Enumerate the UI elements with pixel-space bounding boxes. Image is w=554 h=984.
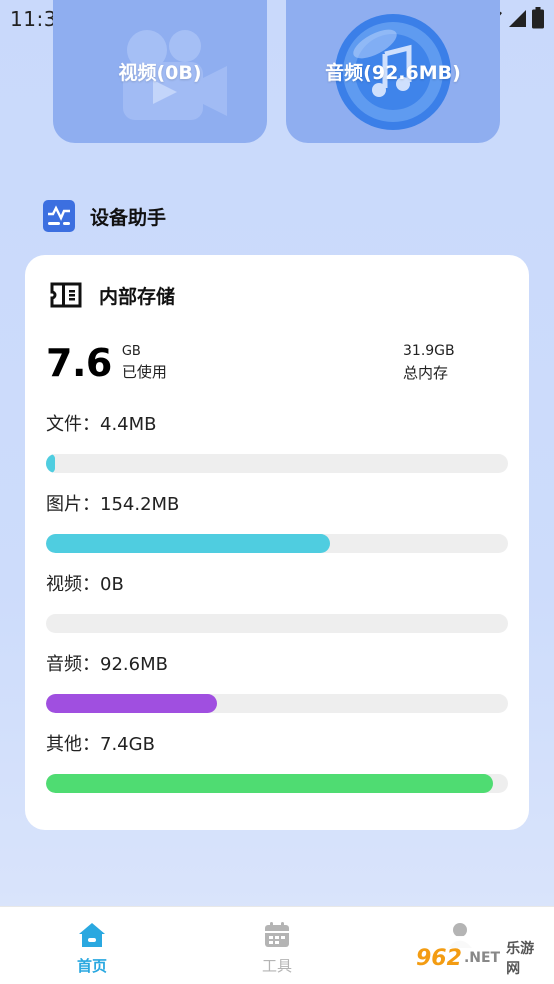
progress-track <box>46 774 508 793</box>
nav-tools[interactable]: 工具 <box>237 921 317 976</box>
progress-fill <box>46 534 331 553</box>
total-value: 31.9GB <box>403 343 455 359</box>
used-label: 已使用 <box>121 363 167 381</box>
storage-row-label: 视频：0B <box>46 574 124 595</box>
nav-home-label: 首页 <box>76 957 107 975</box>
storage-row-files: 文件：4.4MB <box>46 410 508 473</box>
audio-card[interactable]: 音频(92.6MB) <box>286 0 500 143</box>
bottom-navigation: 首页 工具 962 .NET 乐游网 <box>0 906 554 984</box>
internal-storage-card: 内部存储 7.6 GB 已使用 31.9GB 总内存 文件：4.4MB 图片：1… <box>25 255 529 830</box>
watermark-number: 962 <box>416 945 462 971</box>
progress-track <box>46 614 508 633</box>
storage-row-other: 其他：7.4GB <box>46 730 508 793</box>
nav-home[interactable]: 首页 <box>52 921 132 976</box>
storage-row-label: 图片：154.2MB <box>46 494 180 515</box>
total-label: 总内存 <box>403 364 449 382</box>
progress-track <box>46 534 508 553</box>
storage-row-audio: 音频：92.6MB <box>46 650 508 713</box>
watermark-subtitle: 乐游网 <box>506 941 535 977</box>
signal-icon <box>509 10 526 27</box>
progress-track <box>46 454 508 473</box>
storage-title: 内部存储 <box>99 285 176 308</box>
nav-tools-label: 工具 <box>261 957 292 975</box>
device-assistant-header: 设备助手 <box>42 198 166 234</box>
total-storage: 31.9GB 总内存 <box>403 343 455 383</box>
storage-row-label: 音频：92.6MB <box>46 654 168 675</box>
progress-fill <box>46 454 56 473</box>
storage-row-images: 图片：154.2MB <box>46 490 508 553</box>
section-title: 设备助手 <box>90 206 167 229</box>
storage-card-header: 内部存储 <box>49 281 175 309</box>
used-unit: GB <box>121 344 141 359</box>
watermark-logo: 962 .NET 乐游网 <box>416 936 548 980</box>
progress-track <box>46 694 508 713</box>
video-card-label: 视频(0B) <box>118 62 202 84</box>
audio-card-label: 音频(92.6MB) <box>325 62 461 84</box>
watermark-suffix: .NET <box>463 950 501 966</box>
storage-row-label: 其他：7.4GB <box>46 734 155 755</box>
storage-row-label: 文件：4.4MB <box>46 414 157 435</box>
video-card[interactable]: 视频(0B) <box>53 0 267 143</box>
monitor-chart-icon <box>43 200 75 232</box>
storage-card-icon <box>50 282 82 308</box>
storage-row-videos: 视频：0B <box>46 570 508 633</box>
battery-icon <box>532 7 544 29</box>
home-icon <box>79 923 105 947</box>
used-value: 7.6 <box>46 341 112 385</box>
calendar-icon <box>265 922 289 947</box>
progress-fill <box>46 694 218 713</box>
progress-fill <box>46 774 493 793</box>
used-storage: 7.6 GB 已使用 <box>46 341 167 385</box>
